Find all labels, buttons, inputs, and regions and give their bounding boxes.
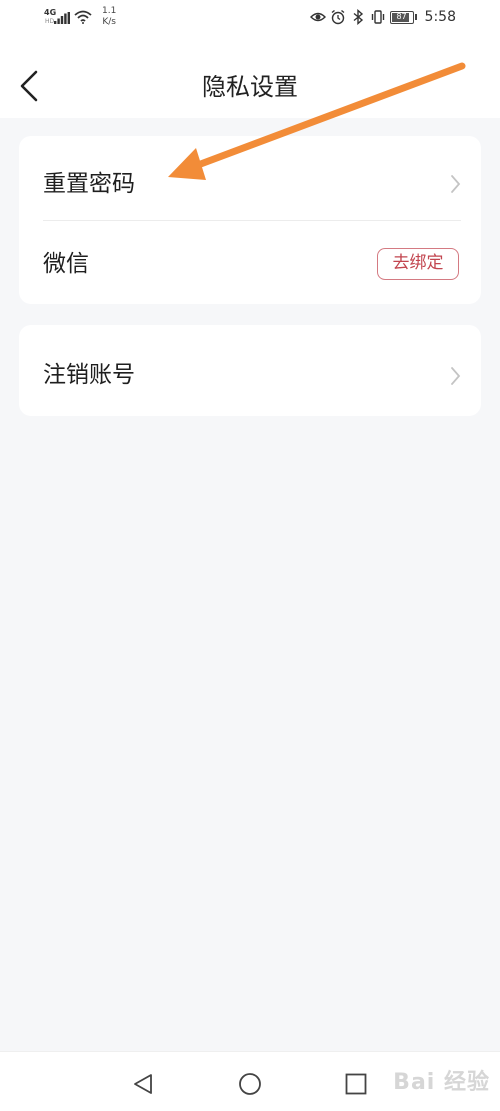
square-recents-icon[interactable] bbox=[344, 1072, 368, 1096]
triangle-back-icon[interactable] bbox=[131, 1072, 155, 1096]
top-bar: 4G HD 1.1 K/s 87 5:58 隐私设置 bbox=[0, 0, 500, 118]
delete-account-row[interactable]: 注销账号 bbox=[19, 325, 481, 416]
delete-account-label: 注销账号 bbox=[43, 362, 135, 388]
chevron-right-icon bbox=[451, 367, 461, 385]
chevron-right-icon bbox=[451, 175, 461, 193]
account-delete-card: 注销账号 bbox=[19, 325, 481, 416]
reset-password-row[interactable]: 重置密码 bbox=[19, 136, 481, 220]
battery-level: 87 bbox=[396, 11, 407, 21]
wechat-label: 微信 bbox=[43, 251, 89, 277]
status-time: 5:58 bbox=[424, 9, 456, 25]
wifi-icon bbox=[74, 10, 92, 24]
battery-icon: 87 bbox=[389, 10, 414, 24]
account-settings-card: 重置密码 微信 去绑定 bbox=[19, 136, 481, 304]
watermark: Bai 经验 bbox=[393, 1070, 490, 1095]
net-speed-value: 1.1 bbox=[102, 6, 117, 16]
bluetooth-icon bbox=[353, 9, 363, 25]
status-right: 87 5:58 bbox=[309, 6, 456, 28]
vibrate-icon bbox=[371, 10, 384, 24]
eye-icon bbox=[309, 12, 326, 22]
circle-home-icon[interactable] bbox=[238, 1072, 262, 1096]
bind-wechat-button[interactable]: 去绑定 bbox=[377, 248, 459, 280]
net-speed: 1.1 K/s bbox=[102, 6, 116, 28]
network-sub: HD bbox=[45, 18, 55, 25]
reset-password-label: 重置密码 bbox=[43, 171, 135, 197]
status-bar: 4G HD 1.1 K/s 87 5:58 bbox=[0, 0, 500, 36]
signal-icon bbox=[54, 12, 70, 24]
net-speed-unit: K/s bbox=[102, 17, 116, 27]
alarm-icon bbox=[331, 9, 344, 25]
page-title: 隐私设置 bbox=[202, 73, 298, 101]
battery-tip bbox=[414, 14, 417, 20]
